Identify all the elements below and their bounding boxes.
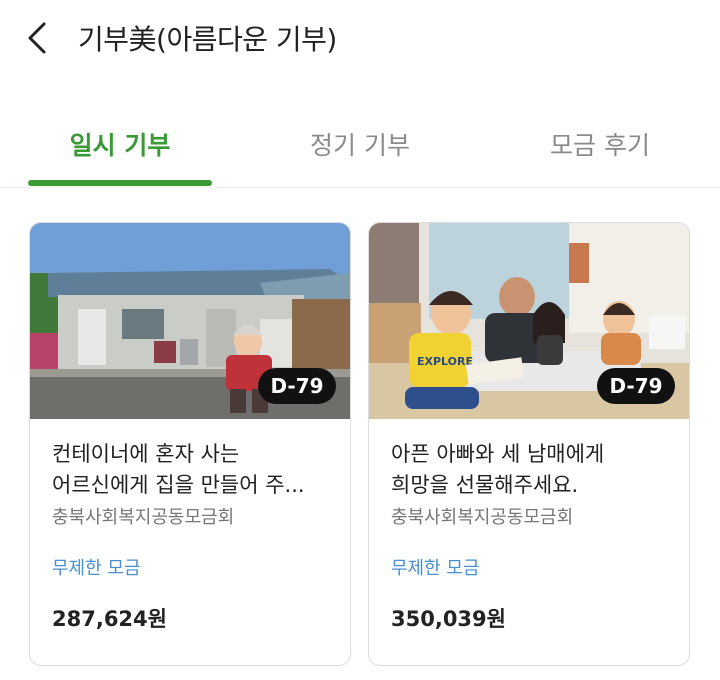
organization-name: 충북사회복지공동모금회 — [391, 507, 574, 528]
tab-fundraising-review[interactable]: 모금 후기 — [500, 126, 700, 162]
shirt-print: EXPLORE — [417, 355, 473, 368]
organization-name: 충북사회복지공동모금회 — [52, 507, 235, 528]
tab-bar: 일시 기부 정기 기부 모금 후기 — [0, 112, 720, 188]
tab-regular-donation[interactable]: 정기 기부 — [262, 126, 458, 162]
days-left-badge: D-79 — [597, 368, 675, 404]
donation-card[interactable]: D-79 컨테이너에 혼자 사는 어르신에게 집을 만들어 주... 충북사회복… — [29, 222, 351, 666]
active-tab-indicator — [28, 180, 212, 186]
card-thumbnail: D-79 — [30, 223, 350, 419]
donation-amount: 350,039원 — [391, 607, 506, 631]
fundraising-type-tag: 무제한 모금 — [52, 558, 141, 579]
days-left-badge: D-79 — [258, 368, 336, 404]
fundraising-type-tag: 무제한 모금 — [391, 558, 480, 579]
card-title: 컨테이너에 혼자 사는 어르신에게 집을 만들어 주... — [52, 439, 332, 501]
card-title-line-1: 컨테이너에 혼자 사는 — [52, 442, 240, 466]
chevron-left-icon — [28, 22, 46, 54]
page-title: 기부美(아름다운 기부) — [78, 23, 337, 56]
app-header: 기부美(아름다운 기부) — [0, 0, 720, 80]
tab-one-time-donation[interactable]: 일시 기부 — [28, 126, 212, 162]
card-title-line-2: 희망을 선물해주세요. — [391, 473, 579, 497]
back-button[interactable] — [20, 18, 60, 58]
card-title: 아픈 아빠와 세 남매에게 희망을 선물해주세요. — [391, 439, 671, 501]
card-title-line-2: 어르신에게 집을 만들어 주... — [52, 473, 305, 497]
card-title-line-1: 아픈 아빠와 세 남매에게 — [391, 442, 605, 466]
donation-amount: 287,624원 — [52, 607, 167, 631]
card-thumbnail: EXPLORE D-79 — [369, 223, 689, 419]
donation-card[interactable]: EXPLORE D-79 아픈 아빠와 세 남매에게 희망을 선물해주세요. 충… — [368, 222, 690, 666]
